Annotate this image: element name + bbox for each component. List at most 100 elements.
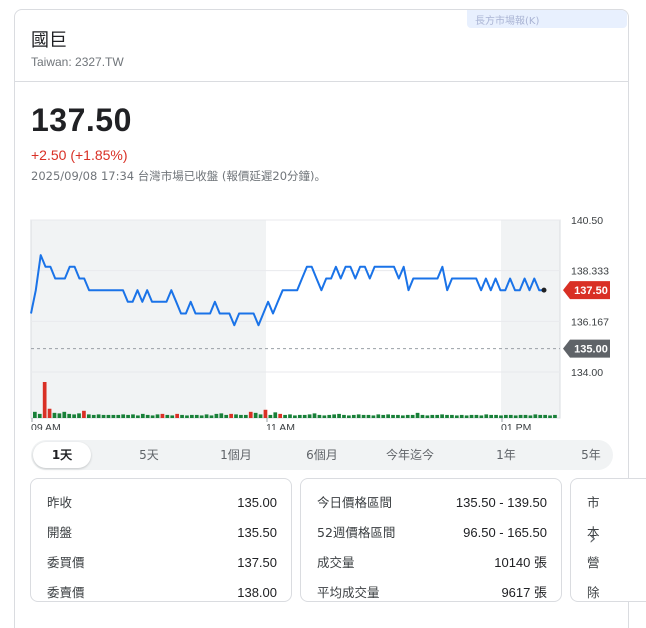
stat-row: 開盤 135.50 [31,518,291,548]
volume-bar [204,414,209,418]
intraday-chart[interactable]: 140.50 138.333 136.167 134.00 137.50 135.00 09… [15,205,629,430]
volume-bar [253,412,258,418]
volume-bar [396,414,400,418]
volume-bar [489,414,494,418]
stat-value: 137.50 [237,555,277,570]
volume-bar [243,414,248,418]
volume-bar [312,413,317,418]
volume-bar [322,415,327,418]
volume-bar [361,414,366,418]
volume-bar [474,414,479,418]
session-shade [501,220,560,418]
volume-bar [234,414,238,418]
volume-bar [96,414,101,418]
volume-bar [518,414,523,418]
volume-bar [430,414,435,418]
volume-bar [459,414,464,418]
volume-bar [347,415,351,418]
stat-row: 委賣價 138.00 [31,578,291,608]
stat-label: 今日價格區間 [317,495,393,510]
volume-bar [533,414,538,418]
stat-label: 平均成交量 [317,585,380,600]
tab-1-day[interactable]: 1天 [33,442,91,468]
volume-bar [199,415,204,418]
volume-bar [538,414,543,418]
price-change: +2.50 (+1.85%) [31,147,128,163]
volume-bar [469,414,474,418]
volume-bar [37,413,42,418]
stat-row: 除 [571,578,646,608]
tab-6-month[interactable]: 6個月 [297,440,347,470]
volume-bar [62,411,67,418]
stats-card-right: 市 本 營 除 [570,478,646,602]
stats-card-mid: 今日價格區間 135.50 - 139.50 52週價格區間 96.50 - 165… [300,478,562,602]
volume-bar [450,414,454,418]
tab-5-day[interactable]: 5天 [129,440,169,470]
stock-header: 國巨 Taiwan: 2327.TW 長方市場報(K) [15,10,628,82]
volume-bar [180,414,184,418]
tab-1-year[interactable]: 1年 [486,440,526,470]
stat-value: 96.50 - 165.50 [463,525,547,540]
stat-row: 今日價格區間 135.50 - 139.50 [301,488,561,518]
stat-label: 昨收 [47,495,73,510]
volume-bar [86,414,91,418]
volume-bar [268,414,273,418]
stat-label: 營 [587,555,600,570]
volume-bar [543,414,547,418]
stat-row: 營 [571,548,646,578]
volume-bar [101,414,106,418]
tab-5-year[interactable]: 5年 [571,440,611,470]
volume-bar [440,414,444,418]
stat-value: 135.50 - 139.50 [455,495,547,510]
stat-label: 市 [587,495,600,510]
volume-bar [67,413,72,418]
stat-label: 委賣價 [47,585,85,600]
stat-row: 52週價格區間 96.50 - 165.50 [301,518,561,548]
volume-bar [302,414,307,418]
stat-label: 52週價格區間 [317,525,396,540]
volume-bar [484,414,489,418]
stat-row: 本 [571,518,646,548]
volume-bar [297,414,302,418]
volume-bar [288,414,292,418]
chevron-right-icon[interactable]: › [589,528,596,549]
volume-bar [150,415,155,418]
volume-bar [420,414,425,418]
volume-bar [410,414,415,418]
stat-value: 135.50 [237,525,277,540]
volume-bar [504,414,508,418]
y-tick-label: 136.167 [571,316,609,328]
volume-bar [224,414,229,418]
volume-bar [415,412,420,418]
volume-bar [528,415,533,418]
stat-label: 除 [587,585,600,600]
tab-ytd[interactable]: 今年迄今 [381,440,439,470]
volume-bar [317,414,322,418]
stat-value: 10140 張 [494,555,547,570]
volume-bar [185,415,189,418]
volume-bar [508,414,513,418]
volume-bar [33,411,37,418]
volume-bar [523,414,528,418]
y-tick-label: 134.00 [571,367,603,379]
stat-row: 平均成交量 9617 張 [301,578,561,608]
volume-bar [293,415,297,418]
volume-bar [278,413,283,418]
stat-row: 昨收 135.00 [31,488,291,518]
stat-row: 成交量 10140 張 [301,548,561,578]
y-tick-label: 140.50 [571,215,603,227]
market-button[interactable]: 長方市場報(K) [467,10,627,28]
volume-bar [77,413,81,418]
volume-bar [327,414,332,418]
stock-name[interactable]: 國巨 [31,26,67,52]
volume-bar [425,415,430,418]
volume-bar [366,414,371,418]
quote-timestamp: 2025/09/08 17:34 台灣市場已收盤 (報價延遲20分鐘)。 [31,169,326,183]
volume-bar [435,414,440,418]
volume-bar [209,415,214,418]
volume-bar [116,414,121,418]
volume-bar [371,415,376,418]
volume-bar [91,414,96,418]
stat-row: 委買價 137.50 [31,548,291,578]
tab-1-month[interactable]: 1個月 [211,440,261,470]
